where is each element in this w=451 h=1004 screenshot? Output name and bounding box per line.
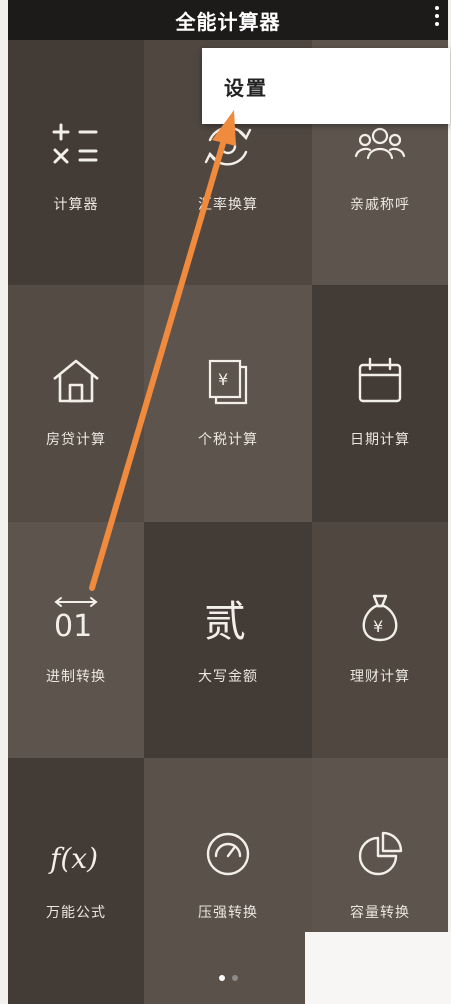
yen-glyph: ¥ [218, 370, 228, 389]
tile-label: 日期计算 [350, 432, 410, 448]
tile-pressure[interactable]: 压强转换 [144, 758, 312, 1004]
tile-label: 容量转换 [350, 905, 410, 921]
tile-label: 万能公式 [46, 905, 106, 921]
tile-calculator[interactable]: 计算器 [8, 40, 144, 285]
relatives-icon [350, 116, 410, 176]
phone-screen: 全能计算器 计算器 汇率换算 亲戚称呼 房贷计算 ¥ 个税计算 日期计算 01 … [8, 0, 448, 1004]
tile-base-conversion[interactable]: 01 进制转换 [8, 522, 144, 758]
page-dot [231, 975, 238, 981]
tile-formula[interactable]: f(x) 万能公式 [8, 758, 144, 1004]
tile-label: 理财计算 [350, 669, 410, 685]
more-options-icon[interactable] [432, 6, 442, 32]
exchange-icon [198, 116, 258, 176]
formula-icon: f(x) [46, 824, 106, 884]
calculator-icon [46, 116, 106, 176]
settings-menu-item[interactable]: 设置 [202, 72, 268, 101]
background-patch [305, 932, 451, 1004]
money-bag-icon: ¥ [350, 588, 410, 648]
pie-chart-icon [350, 824, 410, 884]
tile-finance[interactable]: ¥ 理财计算 [312, 522, 448, 758]
tile-label: 大写金额 [198, 669, 258, 685]
tile-date[interactable]: 日期计算 [312, 285, 448, 522]
tile-mortgage[interactable]: 房贷计算 [8, 285, 144, 522]
house-icon [46, 351, 106, 411]
tile-income-tax[interactable]: ¥ 个税计算 [144, 285, 312, 522]
overflow-menu: 设置 [202, 48, 450, 124]
formula-text: f(x) [48, 842, 98, 875]
tile-label: 汇率换算 [198, 197, 258, 213]
tile-label: 压强转换 [198, 905, 258, 921]
tile-label: 进制转换 [46, 669, 106, 685]
uppercase-number-icon: 贰 [198, 588, 258, 648]
app-bar: 全能计算器 [8, 0, 448, 40]
binary-digits: 01 [54, 609, 92, 644]
binary-icon: 01 [46, 588, 106, 648]
tile-label: 个税计算 [198, 432, 258, 448]
tile-label: 房贷计算 [46, 432, 106, 448]
tile-label: 计算器 [53, 197, 99, 213]
yen-glyph: ¥ [373, 617, 383, 636]
tax-doc-icon: ¥ [198, 351, 258, 411]
uppercase-char: 贰 [204, 597, 246, 646]
gauge-icon [198, 824, 258, 884]
app-title: 全能计算器 [175, 9, 281, 34]
tile-uppercase-amount[interactable]: 贰 大写金额 [144, 522, 312, 758]
tile-label: 亲戚称呼 [350, 197, 410, 213]
calendar-icon [350, 351, 410, 411]
page-indicator [8, 975, 448, 981]
page-dot-active [218, 975, 225, 981]
